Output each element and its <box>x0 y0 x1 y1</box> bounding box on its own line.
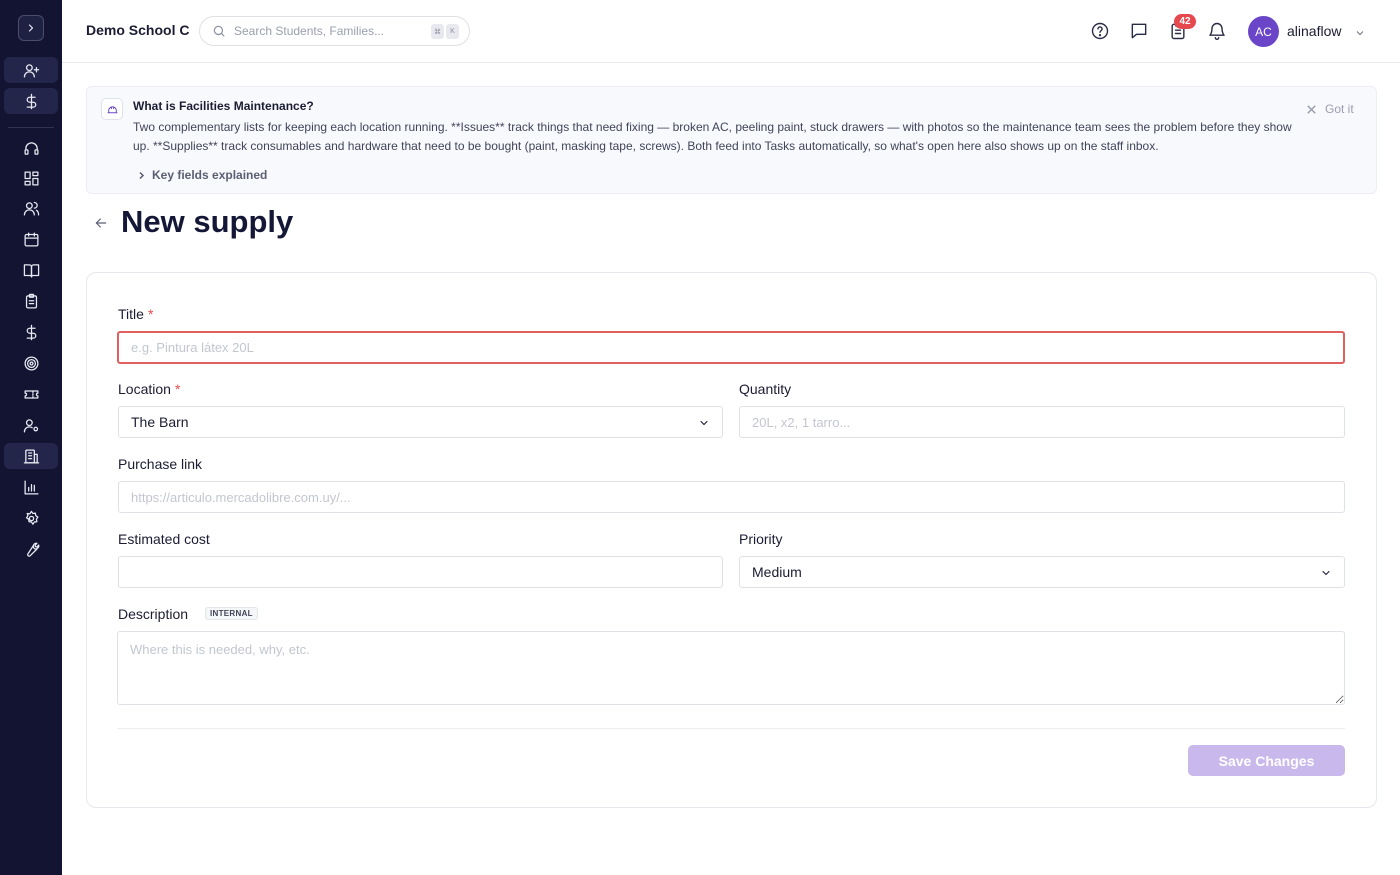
sidebar-item-calendar[interactable] <box>4 226 58 252</box>
sidebar-item-support[interactable] <box>4 135 58 161</box>
page-title: New supply <box>121 204 294 239</box>
users-icon <box>23 201 39 216</box>
user-name[interactable]: alinaflow <box>1287 23 1341 39</box>
description-label: Description <box>118 606 189 622</box>
top-bar: Demo School C Search Students, Families.… <box>62 0 1400 63</box>
building-icon <box>23 448 39 464</box>
save-changes-button[interactable]: Save Changes <box>1188 745 1345 776</box>
dismiss-banner-button[interactable]: Got it <box>1307 102 1354 116</box>
sidebar-item-goals[interactable] <box>4 350 58 376</box>
location-label: Location * <box>118 381 180 397</box>
sidebar-item-tools[interactable] <box>4 536 58 562</box>
priority-select[interactable]: Medium <box>739 556 1345 588</box>
dashboard-icon <box>23 170 39 186</box>
banner-icon-box <box>101 98 123 120</box>
required-mark: * <box>147 306 154 322</box>
user-gear-icon <box>23 418 38 433</box>
quantity-label: Quantity <box>739 381 792 397</box>
form-divider <box>117 728 1345 729</box>
user-plus-icon <box>23 63 39 78</box>
description-textarea[interactable] <box>117 631 1345 705</box>
dollar-icon <box>26 324 36 340</box>
headset-icon <box>23 141 39 155</box>
estimated-cost-label: Estimated cost <box>118 531 210 547</box>
bell-icon <box>1209 22 1225 40</box>
chevron-down-icon <box>1356 31 1364 36</box>
sidebar-item-people[interactable] <box>4 195 58 221</box>
search-input[interactable]: Search Students, Families... <box>234 24 384 38</box>
key-fields-toggle[interactable]: Key fields explained <box>137 168 267 182</box>
chat-icon <box>1131 23 1147 39</box>
calendar-icon <box>23 231 39 247</box>
bar-chart-icon <box>23 479 39 495</box>
arrow-left-icon <box>95 218 107 228</box>
sidebar-item-payments[interactable] <box>4 88 58 114</box>
banner-description: Two complementary lists for keeping each… <box>133 120 1292 153</box>
chevron-right-icon <box>139 171 145 179</box>
hard-hat-icon <box>107 105 117 113</box>
settings-icon <box>25 510 39 525</box>
target-icon <box>23 355 39 371</box>
search-icon <box>213 25 225 37</box>
banner-title: What is Facilities Maintenance? <box>133 99 314 113</box>
sidebar-item-dashboard[interactable] <box>4 165 58 191</box>
avatar[interactable]: AC <box>1248 16 1279 47</box>
book-icon <box>23 263 39 278</box>
chevron-down-icon <box>1322 570 1330 576</box>
dismiss-label: Got it <box>1325 102 1354 116</box>
priority-selected-value: Medium <box>752 564 802 580</box>
help-button[interactable] <box>1090 21 1110 41</box>
shortcut-key-k: K <box>446 24 459 39</box>
wrench-icon <box>26 542 39 557</box>
shortcut-key-cmd: ⌘ <box>431 24 444 39</box>
sidebar-item-add-user[interactable] <box>4 57 58 83</box>
search-box[interactable]: Search Students, Families... ⌘ K <box>199 16 470 46</box>
sidebar <box>0 0 62 875</box>
school-name[interactable]: Demo School C <box>86 22 189 38</box>
location-selected-value: The Barn <box>131 414 189 430</box>
title-input[interactable] <box>117 331 1345 364</box>
priority-label: Priority <box>739 531 783 547</box>
quantity-input[interactable] <box>739 406 1345 438</box>
dollar-icon <box>26 93 36 109</box>
estimated-cost-input[interactable] <box>118 556 723 588</box>
sidebar-item-staff[interactable] <box>4 412 58 438</box>
internal-badge: INTERNAL <box>205 607 258 620</box>
sidebar-item-settings[interactable] <box>4 505 58 531</box>
title-label-text: Title <box>118 306 144 322</box>
ticket-icon <box>23 389 39 399</box>
sidebar-item-tasks[interactable] <box>4 288 58 314</box>
required-mark: * <box>174 381 181 397</box>
purchase-link-label: Purchase link <box>118 456 203 472</box>
sidebar-divider <box>8 127 54 128</box>
location-select[interactable]: The Barn <box>118 406 723 438</box>
close-icon <box>1307 104 1316 114</box>
sidebar-item-courses[interactable] <box>4 257 58 283</box>
back-button[interactable] <box>93 215 109 231</box>
location-label-text: Location <box>118 381 171 397</box>
chevron-right-icon <box>28 24 34 32</box>
chevron-down-icon <box>700 420 708 426</box>
key-fields-label: Key fields explained <box>152 168 268 182</box>
notifications-button[interactable] <box>1207 21 1227 41</box>
sidebar-expand-button[interactable] <box>18 15 44 41</box>
messages-button[interactable] <box>1129 21 1149 41</box>
purchase-link-input[interactable] <box>118 481 1345 513</box>
tasks-count-badge: 42 <box>1174 14 1196 29</box>
sidebar-item-reports[interactable] <box>4 474 58 500</box>
sidebar-item-tickets[interactable] <box>4 381 58 407</box>
help-icon <box>1091 22 1109 40</box>
clipboard-icon <box>25 293 37 309</box>
sidebar-item-facilities[interactable] <box>4 443 58 469</box>
info-banner: What is Facilities Maintenance? Two comp… <box>86 86 1377 194</box>
user-menu-toggle[interactable] <box>1354 26 1366 38</box>
sidebar-item-billing[interactable] <box>4 319 58 345</box>
title-label: Title * <box>118 306 153 322</box>
